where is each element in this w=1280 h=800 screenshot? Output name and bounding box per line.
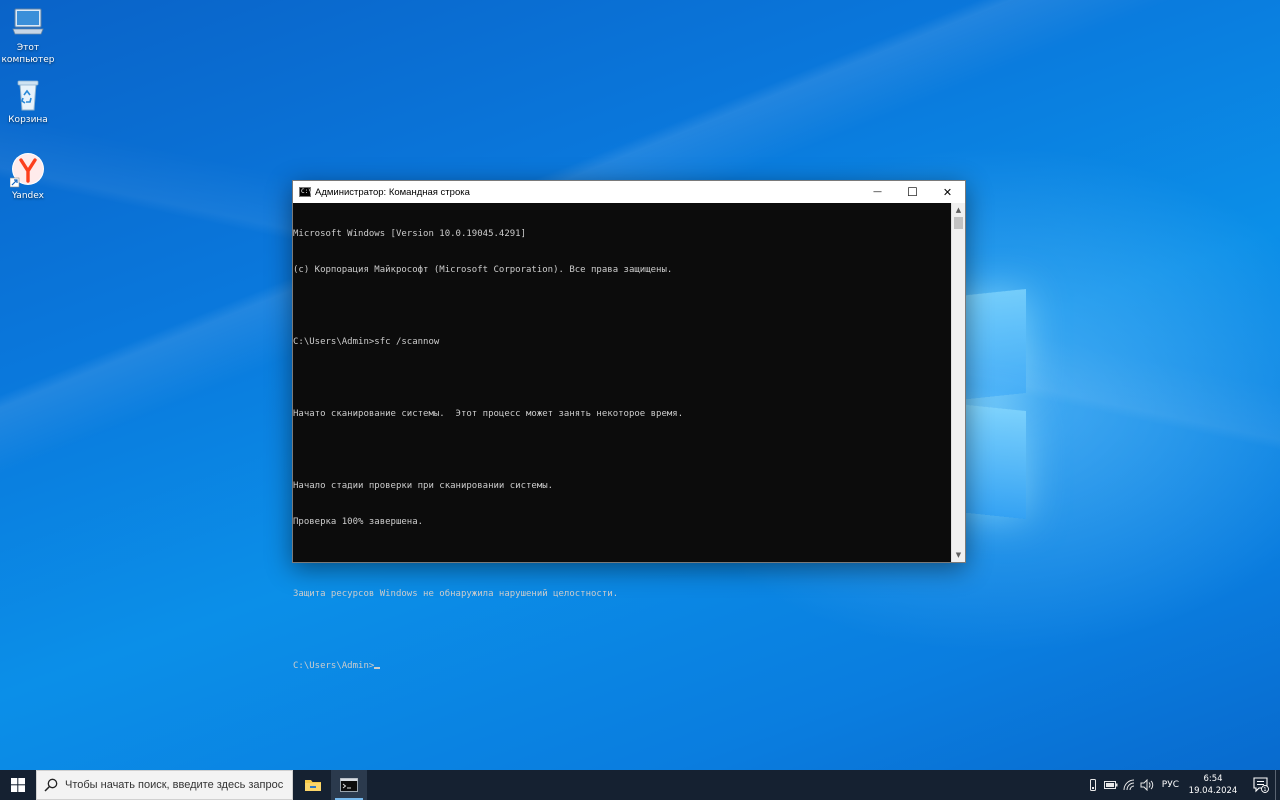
desktop-icon-label: Этот <box>16 43 40 53</box>
network-icon[interactable] <box>1120 770 1138 800</box>
desktop-icon-this-pc[interactable]: Этот компьютер <box>0 4 60 66</box>
close-icon: ✕ <box>942 185 953 199</box>
battery-icon[interactable] <box>1102 770 1120 800</box>
folder-icon <box>305 780 321 791</box>
scrollbar-thumb[interactable] <box>954 217 963 229</box>
input-language-indicator[interactable]: РУС <box>1162 780 1179 790</box>
desktop-icon-label: компьютер <box>1 55 55 65</box>
clock-time: 6:54 <box>1203 774 1223 784</box>
cmd-app-icon: C:\ <box>299 187 312 197</box>
cmd-icon <box>340 778 358 792</box>
minimize-icon: — <box>873 187 882 197</box>
console-line: Microsoft Windows [Version 10.0.19045.42… <box>293 229 526 239</box>
yandex-browser-icon <box>10 153 44 188</box>
notification-count: 1 <box>1263 787 1266 793</box>
console-line: Защита ресурсов Windows не обнаружила на… <box>293 589 619 599</box>
console-prompt-line[interactable]: C:\Users\Admin> <box>293 660 951 672</box>
scroll-up-arrow-icon[interactable]: ▲ <box>952 203 965 217</box>
console-line: C:\Users\Admin>sfc /scannow <box>293 337 440 347</box>
console-line: Начато сканирование системы. Этот процес… <box>293 409 684 419</box>
console-line: (c) Корпорация Майкрософт (Microsoft Cor… <box>293 265 673 275</box>
maximize-button[interactable]: ☐ <box>895 181 930 203</box>
console-line: Проверка 100% завершена. <box>293 517 424 527</box>
maximize-icon: ☐ <box>907 185 918 199</box>
search-icon <box>44 778 58 792</box>
action-center-button[interactable]: 1 <box>1247 770 1275 800</box>
window-titlebar[interactable]: C:\ Администратор: Командная строка — ☐ … <box>293 181 965 203</box>
this-pc-icon <box>12 8 44 35</box>
console-line: Начало стадии проверки при сканировании … <box>293 481 554 491</box>
console-prompt: C:\Users\Admin> <box>293 661 375 671</box>
taskbar-file-explorer[interactable] <box>295 770 331 800</box>
clock[interactable]: 6:54 19.04.2024 <box>1187 773 1239 797</box>
system-tray: РУС 6:54 19.04.2024 1 <box>1084 770 1280 800</box>
vertical-scrollbar[interactable]: ▲ ▼ <box>951 203 965 562</box>
notification-icon: 1 <box>1253 777 1269 793</box>
scroll-down-arrow-icon[interactable]: ▼ <box>952 548 965 562</box>
desktop-icon-label: Корзина <box>8 115 48 125</box>
usb-device-icon[interactable] <box>1084 770 1102 800</box>
taskbar: Чтобы начать поиск, введите здесь запрос <box>0 770 1280 800</box>
text-cursor <box>374 667 381 669</box>
recycle-bin-icon <box>17 80 39 111</box>
desktop-icon-label: Yandex <box>12 191 44 201</box>
taskbar-search-box[interactable]: Чтобы начать поиск, введите здесь запрос <box>36 770 293 800</box>
start-button[interactable] <box>0 770 36 800</box>
command-prompt-window[interactable]: C:\ Администратор: Командная строка — ☐ … <box>292 180 966 671</box>
minimize-button[interactable]: — <box>860 181 895 203</box>
taskbar-command-prompt[interactable] <box>331 770 367 800</box>
console-output[interactable]: Microsoft Windows [Version 10.0.19045.42… <box>293 203 951 671</box>
volume-icon[interactable] <box>1138 770 1156 800</box>
clock-date: 19.04.2024 <box>1188 786 1238 796</box>
window-title: Администратор: Командная строка <box>315 186 470 198</box>
windows-start-icon <box>11 778 25 792</box>
show-desktop-button[interactable] <box>1275 770 1280 800</box>
close-button[interactable]: ✕ <box>930 181 965 203</box>
desktop-icon-yandex[interactable]: Yandex <box>0 152 60 202</box>
desktop-icon-recycle-bin[interactable]: Корзина <box>0 78 60 126</box>
search-placeholder: Чтобы начать поиск, введите здесь запрос <box>65 779 284 791</box>
